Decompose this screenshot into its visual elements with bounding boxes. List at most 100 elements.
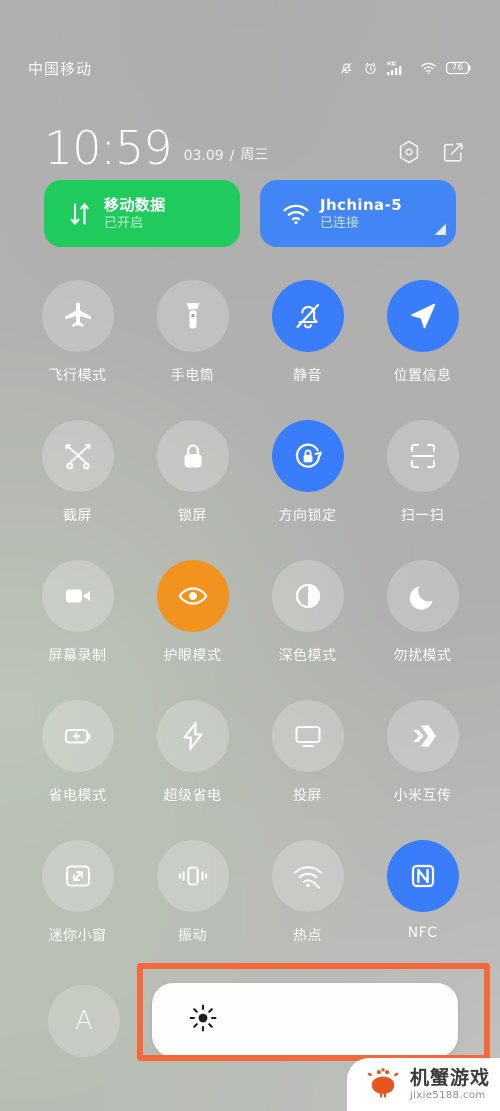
toggle-row: 屏幕录制 护眼模式 深色模式 勿扰模式 [20, 560, 480, 700]
watermark-name: 机蟹游戏 [409, 1067, 490, 1089]
toggle-location-arrow[interactable]: 位置信息 [365, 280, 480, 420]
toggle-label: 迷你小窗 [48, 928, 107, 944]
edit-pencil-icon[interactable] [442, 141, 464, 163]
toggle-flashlight[interactable]: 手电筒 [135, 280, 250, 420]
toggle-screenshot-scissors[interactable]: 截屏 [20, 420, 135, 560]
carrier-label: 中国移动 [28, 59, 93, 78]
scan-icon[interactable] [386, 420, 459, 492]
toggle-grid: 飞行模式 手电筒 静音 位置信息截屏 锁屏 方向锁定 扫一扫屏幕录制 护眼模式 深色模式 勿扰模式… [20, 280, 480, 980]
battery-level-label: 76 [451, 63, 464, 73]
airplane-icon[interactable] [41, 280, 114, 352]
wifi-ssid: Jhchina-5 [320, 195, 403, 214]
toggle-label: 勿扰模式 [393, 648, 452, 664]
brightness-row: A [0, 983, 500, 1057]
toggle-label: 飞行模式 [48, 368, 107, 384]
toggle-label: 手电筒 [170, 368, 215, 384]
toggle-lock[interactable]: 锁屏 [135, 420, 250, 560]
quick-settings-panel: 中国移动 HD 76 10:59 03.09 / 周三 移动数据 已开启 Jhc… [0, 0, 500, 1111]
wifi-tile[interactable]: Jhchina-5 已连接 [260, 180, 456, 247]
screenshot-scissors-icon[interactable] [41, 420, 114, 492]
toggle-video-camera[interactable]: 屏幕录制 [20, 560, 135, 700]
toggle-label: 屏幕录制 [48, 648, 107, 664]
toggle-row: 飞行模式 手电筒 静音 位置信息 [20, 280, 480, 420]
toggle-label: 振动 [178, 928, 207, 944]
toggle-contrast-circle[interactable]: 深色模式 [250, 560, 365, 700]
toggle-label: 扫一扫 [400, 508, 445, 524]
lock-icon[interactable] [156, 420, 229, 492]
toggle-moon[interactable]: 勿扰模式 [365, 560, 480, 700]
lightning-bolt-icon[interactable] [156, 700, 229, 772]
toggle-rotation-lock[interactable]: 方向锁定 [250, 420, 365, 560]
auto-brightness-button[interactable]: A [48, 985, 120, 1057]
rotation-lock-icon[interactable] [271, 420, 344, 492]
clock-time: 10:59 [44, 121, 173, 175]
toggle-airplane[interactable]: 飞行模式 [20, 280, 135, 420]
mini-window-icon[interactable] [41, 840, 114, 912]
toggle-label: 小米互传 [393, 788, 452, 804]
toggle-label: NFC [407, 925, 438, 941]
wifi-icon [420, 61, 437, 75]
toggle-nfc[interactable]: NFC [365, 840, 480, 980]
toggle-monitor-cast[interactable]: 投屏 [250, 700, 365, 840]
toggle-row: 省电模式 超级省电 投屏 小米互传 [20, 700, 480, 840]
toggle-scan[interactable]: 扫一扫 [365, 420, 480, 560]
toggle-mi-share[interactable]: 小米互传 [365, 700, 480, 840]
svg-text:HD: HD [387, 62, 397, 68]
mobile-data-tile[interactable]: 移动数据 已开启 [44, 180, 240, 247]
eye-icon[interactable] [156, 560, 229, 632]
toggle-eye[interactable]: 护眼模式 [135, 560, 250, 700]
video-camera-icon[interactable] [41, 560, 114, 632]
toggle-label: 热点 [293, 928, 322, 944]
hotspot-icon[interactable] [271, 840, 344, 912]
watermark-url: jixie5188.com [409, 1090, 486, 1101]
mobile-data-title: 移动数据 [104, 195, 166, 214]
status-icons: HD 76 [339, 60, 472, 76]
expand-corner-icon[interactable] [432, 220, 446, 239]
toggle-bell-muted[interactable]: 静音 [250, 280, 365, 420]
nfc-icon[interactable] [386, 840, 459, 912]
bell-muted-icon[interactable] [271, 280, 344, 352]
auto-brightness-label: A [75, 1006, 93, 1036]
battery-icon: 76 [446, 61, 472, 75]
toggle-battery-plus[interactable]: 省电模式 [20, 700, 135, 840]
crab-logo-icon [363, 1067, 403, 1103]
toggle-label: 护眼模式 [163, 648, 222, 664]
data-arrows-icon [60, 200, 100, 228]
weekday-label: 周三 [240, 147, 269, 163]
hd-signal-icon: HD [387, 60, 411, 76]
toggle-mini-window[interactable]: 迷你小窗 [20, 840, 135, 980]
toggle-row: 截屏 锁屏 方向锁定 扫一扫 [20, 420, 480, 560]
toggle-label: 位置信息 [393, 368, 452, 384]
connectivity-tiles: 移动数据 已开启 Jhchina-5 已连接 [44, 180, 457, 247]
monitor-cast-icon[interactable] [271, 700, 344, 772]
toggle-label: 深色模式 [278, 648, 337, 664]
watermark: 机蟹游戏 jixie5188.com [346, 1058, 500, 1111]
mobile-data-status: 已开启 [104, 215, 144, 231]
toggle-vibrate[interactable]: 振动 [135, 840, 250, 980]
toggle-label: 投屏 [293, 788, 322, 804]
date-label: 03.09 [183, 148, 224, 164]
date-block: 03.09 / 周三 [184, 144, 269, 164]
header-actions [398, 140, 464, 164]
sun-brightness-icon [188, 1003, 218, 1037]
toggle-label: 静音 [293, 368, 322, 384]
toggle-hotspot[interactable]: 热点 [250, 840, 365, 980]
flashlight-icon[interactable] [156, 280, 229, 352]
mute-bell-icon [339, 60, 354, 76]
mi-share-icon[interactable] [386, 700, 459, 772]
toggle-label: 截屏 [63, 508, 92, 524]
clock-row: 10:59 03.09 / 周三 [44, 118, 464, 175]
toggle-label: 方向锁定 [278, 508, 337, 524]
brightness-slider[interactable] [152, 983, 458, 1057]
contrast-circle-icon[interactable] [271, 560, 344, 632]
moon-icon[interactable] [386, 560, 459, 632]
wifi-icon [276, 203, 316, 225]
location-arrow-icon[interactable] [386, 280, 459, 352]
vibrate-icon[interactable] [156, 840, 229, 912]
settings-hexagon-icon[interactable] [398, 140, 420, 164]
date-separator: / [229, 148, 235, 164]
battery-plus-icon[interactable] [41, 700, 114, 772]
toggle-lightning-bolt[interactable]: 超级省电 [135, 700, 250, 840]
toggle-row: 迷你小窗 振动 热点 NFC [20, 840, 480, 980]
wifi-status: 已连接 [320, 215, 360, 231]
